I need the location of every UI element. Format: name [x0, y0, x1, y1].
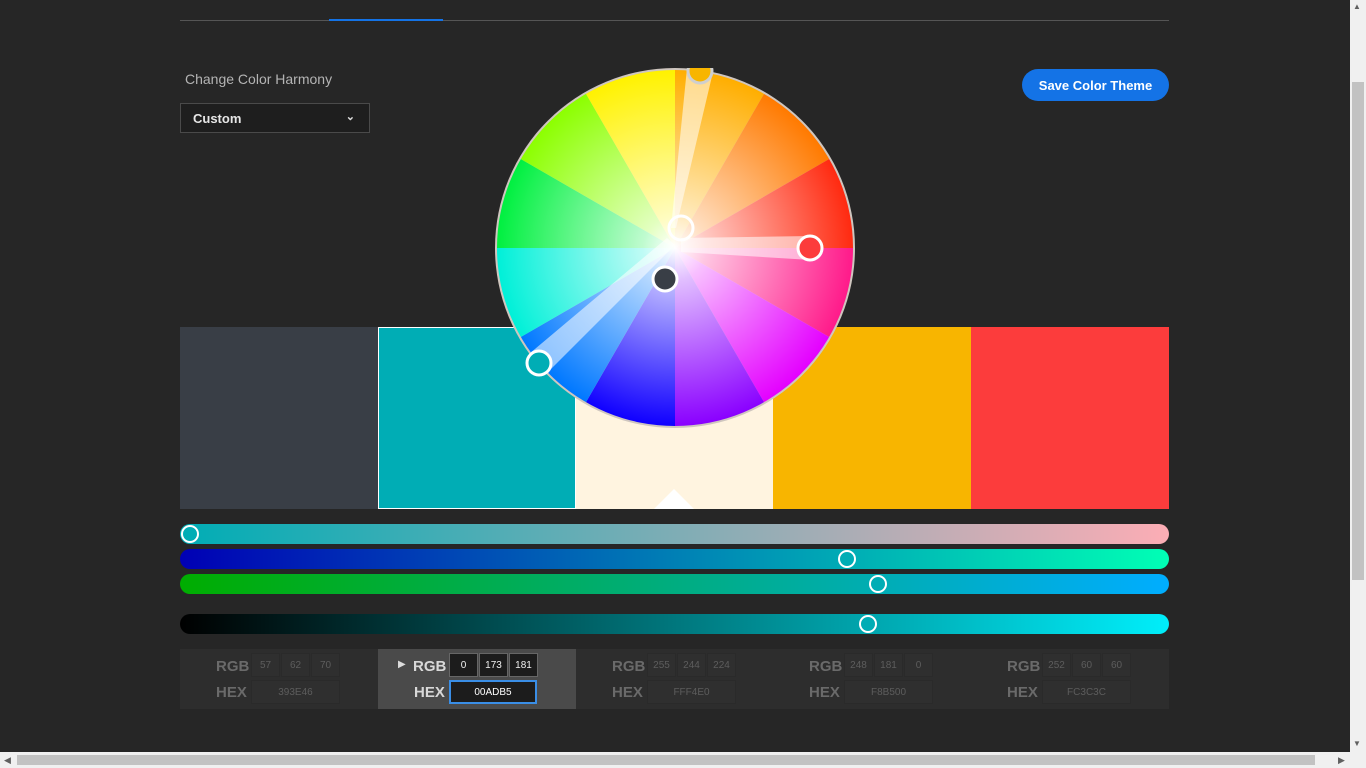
hex-label: HEX [216, 684, 247, 701]
rgb-r-field[interactable]: 0 [449, 653, 478, 677]
red-slider[interactable] [180, 524, 1169, 544]
scroll-right-arrow-icon[interactable]: ▶ [1338, 755, 1345, 766]
swatch-0[interactable] [180, 327, 378, 509]
wheel-handle-gold[interactable] [686, 57, 714, 85]
harmony-dropdown[interactable]: Custom ⌄ [180, 103, 370, 133]
swatch-values-2: RGB 255 244 224 HEX FFF4E0 [576, 649, 774, 709]
swatch-values-4: RGB 252 60 60 HEX FC3C3C [971, 649, 1169, 709]
rgb-g-field[interactable]: 60 [1072, 653, 1101, 677]
hex-label: HEX [612, 684, 643, 701]
rgb-r-field[interactable]: 255 [647, 653, 676, 677]
rgb-label: RGB [809, 658, 843, 675]
rgb-label: RGB [413, 658, 447, 675]
rgb-label: RGB [1007, 658, 1041, 675]
rgb-g-field[interactable]: 181 [874, 653, 903, 677]
green-slider-handle[interactable] [838, 550, 857, 568]
rgb-label: RGB [216, 658, 250, 675]
swatch-values-3: RGB 248 181 0 HEX F8B500 [773, 649, 971, 709]
chevron-down-icon: ⌄ [345, 111, 355, 123]
hex-field[interactable]: 393E46 [251, 680, 340, 704]
rgb-b-field[interactable]: 224 [707, 653, 736, 677]
rgb-b-field[interactable]: 181 [509, 653, 538, 677]
hex-label: HEX [414, 684, 445, 701]
color-wheel[interactable] [495, 57, 855, 428]
scroll-down-arrow-icon[interactable]: ▼ [1353, 739, 1361, 748]
blue-slider[interactable] [180, 574, 1169, 594]
active-tab-indicator [329, 19, 443, 21]
horizontal-scrollbar[interactable]: ◀ ▶ [0, 752, 1350, 768]
brightness-slider[interactable] [180, 614, 1169, 634]
blue-slider-handle[interactable] [868, 575, 887, 593]
hex-field[interactable]: F8B500 [844, 680, 933, 704]
swatch-4[interactable] [971, 327, 1169, 509]
vertical-scrollbar[interactable]: ▲ ▼ [1350, 0, 1366, 752]
rgb-r-field[interactable]: 252 [1042, 653, 1071, 677]
scroll-up-arrow-icon[interactable]: ▲ [1353, 2, 1361, 11]
save-color-theme-button[interactable]: Save Color Theme [1022, 69, 1169, 101]
hex-label: HEX [809, 684, 840, 701]
rgb-label: RGB [612, 658, 646, 675]
base-color-marker [654, 489, 694, 509]
swatch-values-0: RGB 57 62 70 HEX 393E46 [180, 649, 378, 709]
scroll-left-arrow-icon[interactable]: ◀ [4, 755, 11, 766]
rgb-g-field[interactable]: 244 [677, 653, 706, 677]
swatch-values-1: ▶ RGB 0 173 181 HEX 00ADB5 [378, 649, 576, 709]
red-slider-handle[interactable] [181, 525, 199, 543]
hex-field[interactable]: FC3C3C [1042, 680, 1131, 704]
expand-arrow-icon[interactable]: ▶ [398, 659, 406, 670]
hex-field[interactable]: FFF4E0 [647, 680, 736, 704]
harmony-label: Change Color Harmony [185, 71, 333, 87]
wheel-handle-dark[interactable] [651, 265, 679, 293]
rgb-r-field[interactable]: 248 [844, 653, 873, 677]
green-slider[interactable] [180, 549, 1169, 569]
rgb-b-field[interactable]: 60 [1102, 653, 1131, 677]
hex-field[interactable]: 00ADB5 [449, 680, 537, 704]
rgb-b-field[interactable]: 0 [904, 653, 933, 677]
wheel-handle-red[interactable] [796, 234, 824, 262]
harmony-selected-value: Custom [193, 110, 242, 126]
wheel-handle-teal[interactable] [525, 349, 553, 377]
hex-label: HEX [1007, 684, 1038, 701]
rgb-b-field[interactable]: 70 [311, 653, 340, 677]
vertical-scroll-thumb[interactable] [1352, 82, 1364, 580]
scrollbar-corner [1350, 752, 1366, 768]
brightness-slider-handle[interactable] [859, 615, 878, 633]
rgb-g-field[interactable]: 62 [281, 653, 310, 677]
rgb-r-field[interactable]: 57 [251, 653, 280, 677]
horizontal-scroll-thumb[interactable] [17, 755, 1315, 765]
rgb-g-field[interactable]: 173 [479, 653, 508, 677]
